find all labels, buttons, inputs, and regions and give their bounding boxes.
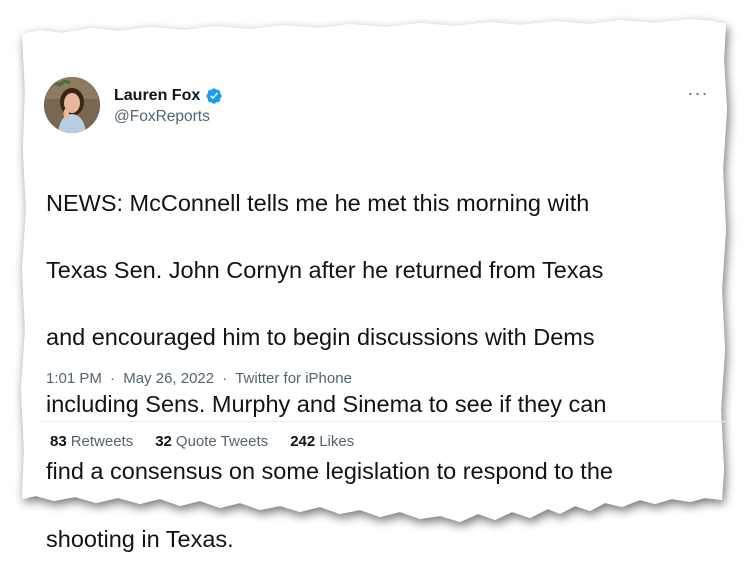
author-avatar[interactable]	[44, 77, 100, 133]
tweet-text-line: NEWS: McConnell tells me he met this mor…	[46, 189, 590, 216]
tweet-time[interactable]: 1:01 PM	[46, 370, 102, 387]
verified-badge-icon	[206, 88, 222, 104]
likes-label: Likes	[319, 433, 355, 450]
more-options-icon[interactable]: ···	[686, 84, 710, 106]
meta-separator: ·	[110, 370, 116, 387]
tweet-text-line: Texas Sen. John Cornyn after he returned…	[46, 256, 604, 283]
tweet-text-line: and encouraged him to begin discussions …	[46, 323, 595, 350]
avatar-photo	[44, 77, 100, 133]
display-name-row: Lauren Fox	[114, 85, 223, 107]
tweet-metadata: 1:01 PM · May 26, 2022 · Twitter for iPh…	[46, 370, 352, 387]
tweet-text: NEWS: McConnell tells me he met this mor…	[46, 153, 716, 567]
tweet-text-line: shooting in Texas.	[46, 525, 234, 552]
likes-stat[interactable]: 242 Likes	[290, 433, 354, 450]
screenshot-stage: Lauren Fox @FoxReports ··· NEWS: McConne…	[0, 0, 752, 567]
tweet-date[interactable]: May 26, 2022	[123, 370, 214, 387]
meta-separator: ·	[222, 370, 228, 387]
quote-tweets-stat[interactable]: 32 Quote Tweets	[155, 433, 268, 450]
author-names: Lauren Fox @FoxReports	[114, 85, 223, 126]
retweets-count: 83	[50, 433, 67, 450]
likes-count: 242	[290, 433, 316, 450]
divider	[40, 421, 726, 422]
tweet-source[interactable]: Twitter for iPhone	[235, 370, 352, 387]
engagement-stats: 83 Retweets 32 Quote Tweets 242 Likes	[50, 433, 354, 450]
tweet-text-line: including Sens. Murphy and Sinema to see…	[46, 391, 607, 418]
retweets-stat[interactable]: 83 Retweets	[50, 433, 133, 450]
tweet-header: Lauren Fox @FoxReports	[44, 77, 734, 137]
author-display-name[interactable]: Lauren Fox	[114, 87, 200, 105]
quote-tweets-count: 32	[155, 433, 172, 450]
quote-tweets-label: Quote Tweets	[175, 433, 269, 450]
author-handle[interactable]: @FoxReports	[114, 108, 223, 126]
tweet-text-line: find a consensus on some legislation to …	[46, 458, 613, 485]
retweets-label: Retweets	[70, 433, 134, 450]
